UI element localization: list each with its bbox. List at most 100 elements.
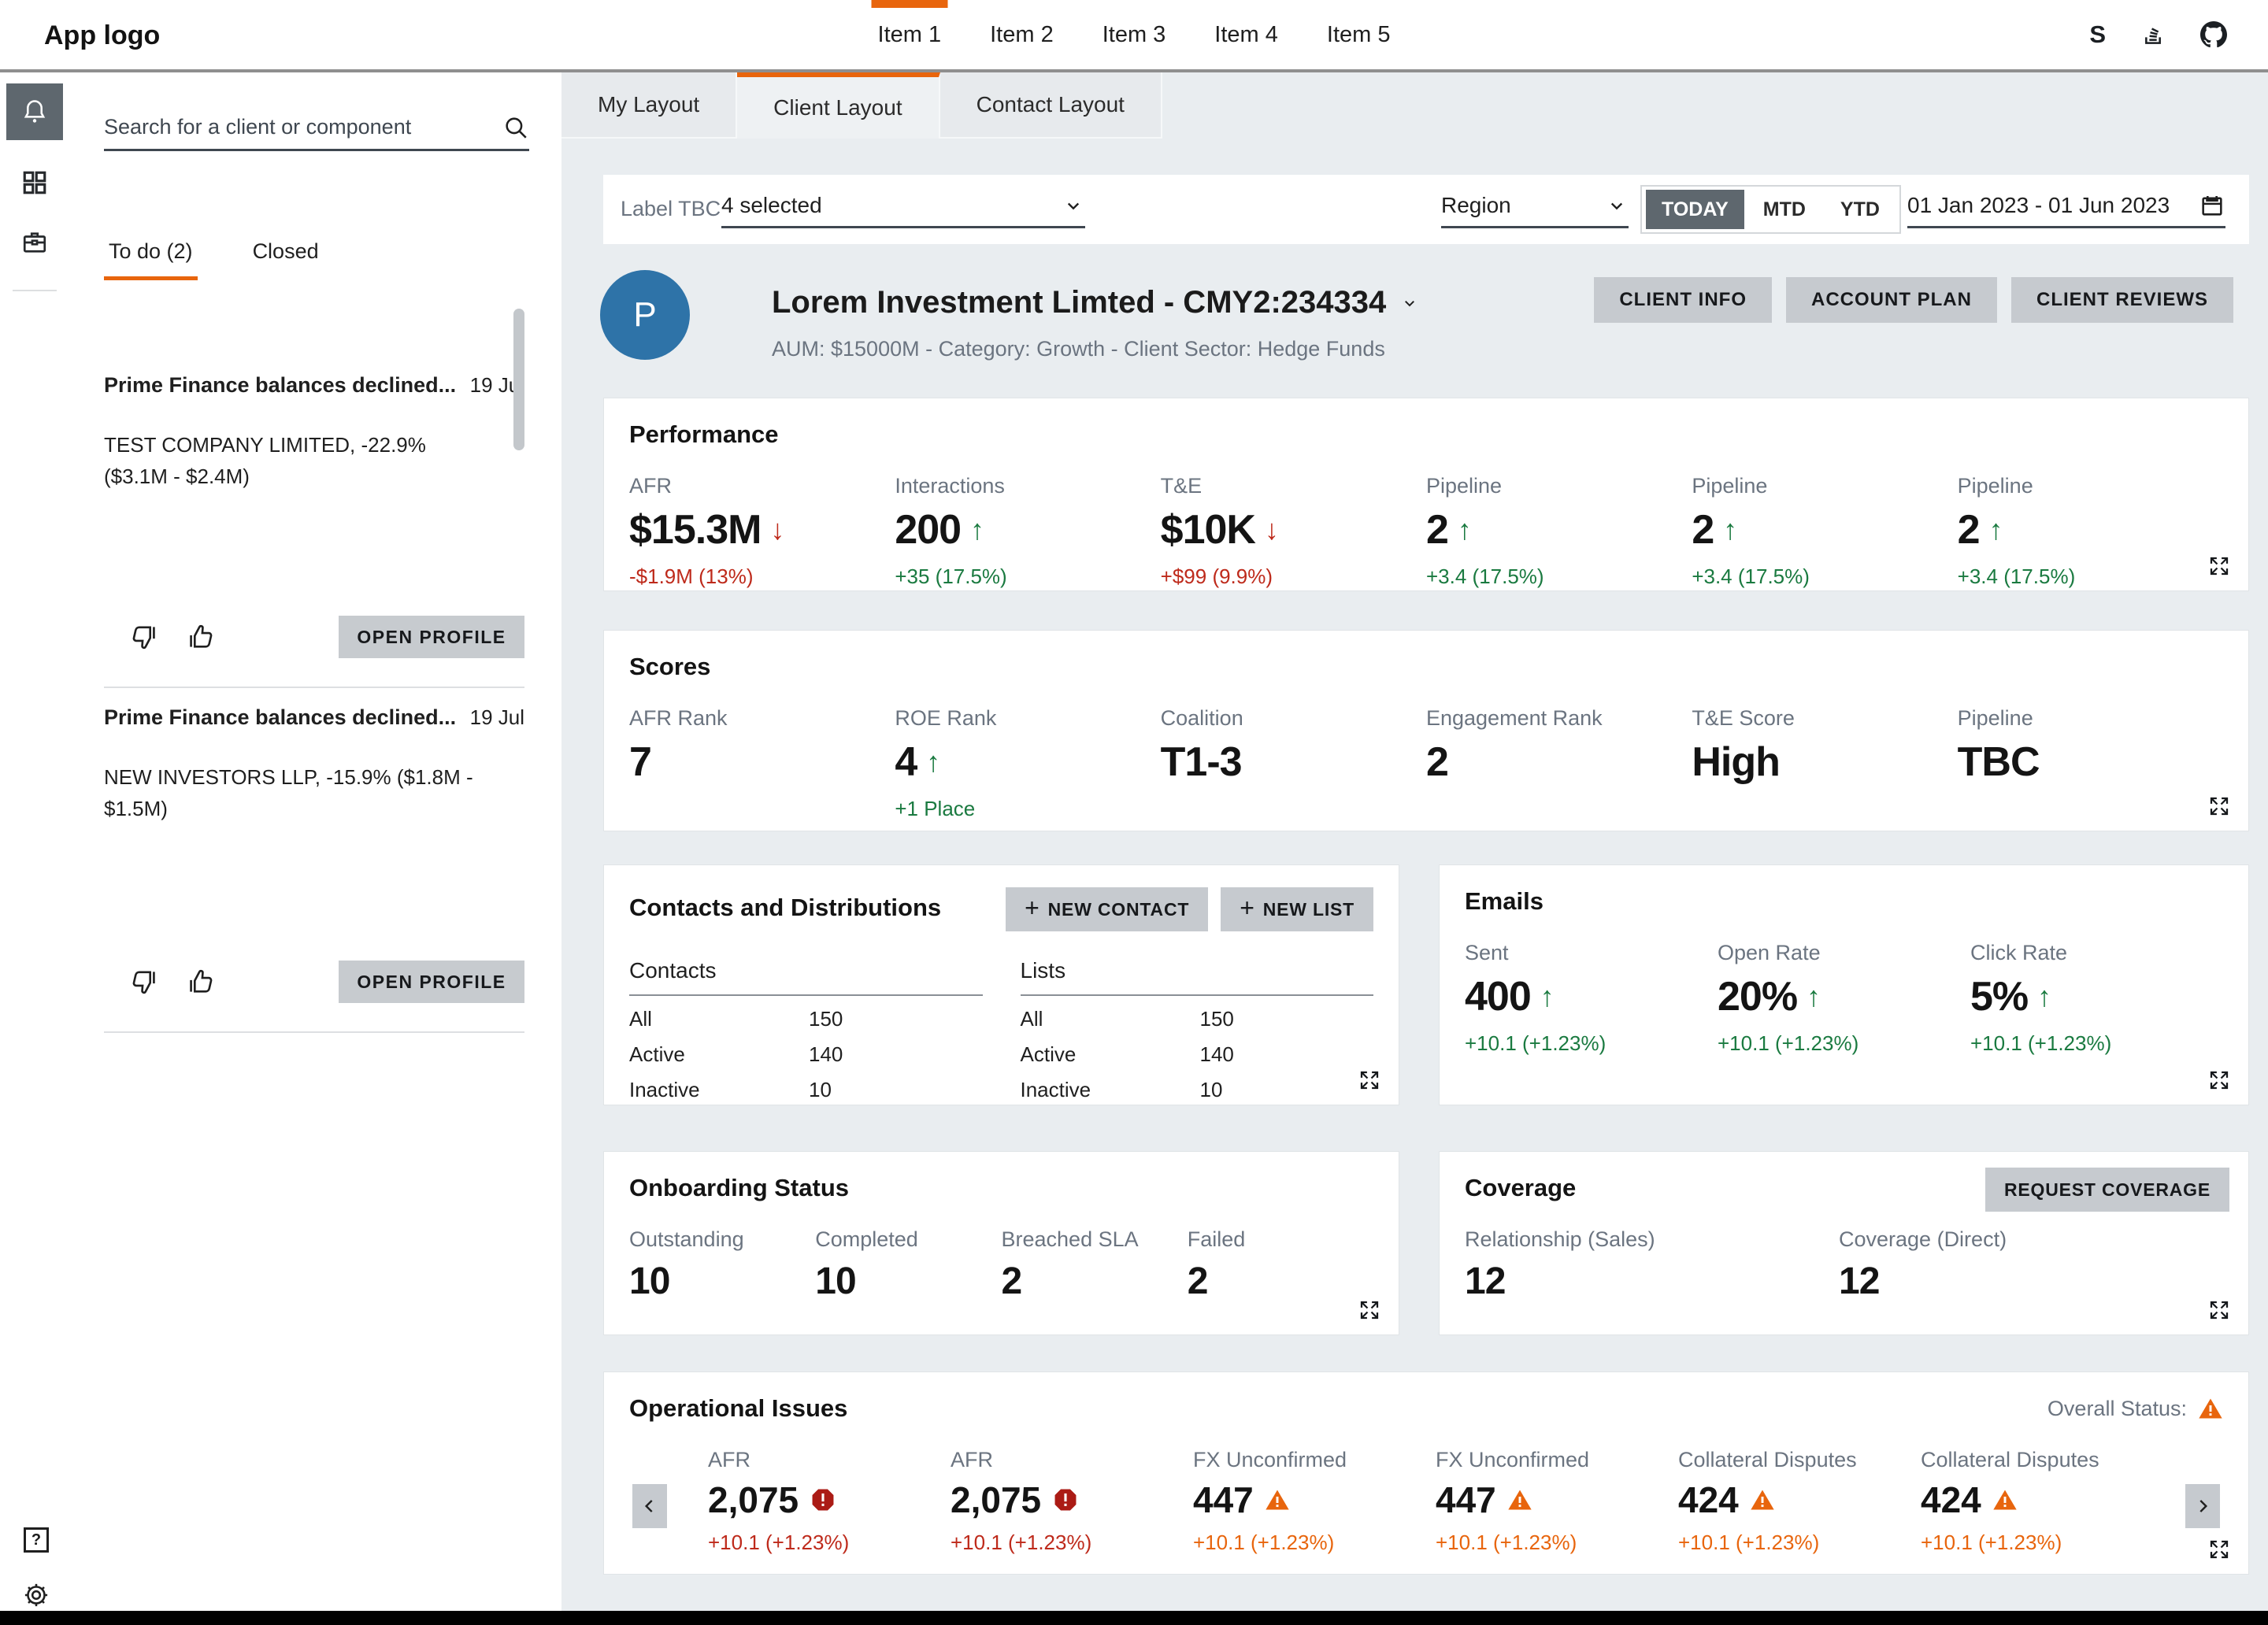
nav-item-1[interactable]: Item 1 — [873, 0, 947, 69]
chevron-down-icon — [1605, 194, 1629, 217]
grid-icon — [20, 168, 49, 197]
region-select[interactable]: Region — [1441, 184, 1629, 228]
carousel-right-button[interactable] — [2185, 1484, 2220, 1528]
arrow-up-icon: ↑ — [1458, 513, 1471, 546]
metric-engagement-rank: Engagement Rank 2 — [1426, 706, 1692, 821]
client-reviews-button[interactable]: CLIENT REVIEWS — [2011, 277, 2233, 323]
nav-item-3[interactable]: Item 3 — [1098, 0, 1171, 69]
app-logo: App logo — [44, 20, 160, 51]
top-header: App logo Item 1 Item 2 Item 3 Item 4 Ite… — [0, 0, 2268, 72]
lists-table: Lists All 150 Active 140 Inactive 10 — [1021, 958, 1374, 1102]
metric-label: Completed — [815, 1227, 1001, 1252]
account-plan-button[interactable]: ACCOUNT PLAN — [1786, 277, 1997, 323]
help-button[interactable]: ? — [24, 1527, 49, 1553]
client-name: Lorem Investment Limted - CMY2:234334 — [772, 285, 1386, 320]
metric-value: 7 — [629, 738, 651, 786]
search-input[interactable] — [104, 115, 502, 139]
nav-item-4[interactable]: Item 4 — [1210, 0, 1283, 69]
panel-title: Operational Issues — [629, 1394, 2223, 1423]
s-icon[interactable]: S — [2089, 20, 2106, 49]
bottom-bar — [0, 1611, 2268, 1625]
notifications-rail-button[interactable] — [6, 83, 63, 140]
tab-closed[interactable]: Closed — [248, 239, 324, 280]
metric-label: Click Rate — [1970, 941, 2223, 965]
github-icon[interactable] — [2200, 21, 2227, 48]
expand-icon[interactable] — [2207, 554, 2231, 578]
toggle-today[interactable]: TODAY — [1646, 190, 1744, 229]
row-label: Active — [629, 1042, 809, 1067]
open-profile-button[interactable]: OPEN PROFILE — [339, 961, 524, 1003]
metric-click-rate: Click Rate 5%↑ +10.1 (+1.23%) — [1970, 941, 2223, 1056]
new-list-button[interactable]: + NEW LIST — [1221, 887, 1373, 931]
tab-client-layout[interactable]: Client Layout — [737, 72, 939, 139]
panel-title: Emails — [1465, 887, 2223, 916]
arrow-down-icon: ↓ — [1265, 513, 1278, 546]
metric-label: Breached SLA — [1002, 1227, 1188, 1252]
gear-icon — [22, 1581, 50, 1609]
expand-icon[interactable] — [1358, 1068, 1381, 1092]
notification-body: TEST COMPANY LIMITED, -22.9% ($3.1M - $2… — [104, 429, 474, 492]
thumbs-down-icon[interactable] — [128, 965, 161, 998]
metric-label: FX Unconfirmed — [1436, 1448, 1678, 1472]
settings-button[interactable] — [22, 1581, 50, 1609]
metric-value: 2 — [1426, 738, 1448, 786]
metric-open-rate: Open Rate 20%↑ +10.1 (+1.23%) — [1718, 941, 1970, 1056]
expand-icon[interactable] — [2207, 1298, 2231, 1322]
table-heading: Lists — [1021, 958, 1374, 996]
thumbs-up-icon[interactable] — [184, 965, 217, 998]
panel-title: Onboarding Status — [629, 1174, 1373, 1202]
tab-contact-layout[interactable]: Contact Layout — [940, 72, 1162, 139]
metric-label: ROE Rank — [895, 706, 1160, 731]
overall-status-label: Overall Status: — [2048, 1397, 2187, 1421]
arrow-down-icon: ↓ — [770, 513, 784, 546]
chevron-down-icon[interactable] — [1399, 292, 1421, 314]
arrow-up-icon: ↑ — [1540, 980, 1554, 1013]
expand-icon[interactable] — [2207, 794, 2231, 818]
metric-label: Outstanding — [629, 1227, 815, 1252]
metric-label: Failed — [1188, 1227, 1373, 1252]
metric-label: AFR — [708, 1448, 951, 1472]
dashboard-rail-button[interactable] — [20, 168, 49, 197]
metric-value: 10 — [629, 1260, 669, 1303]
expand-icon[interactable] — [2207, 1068, 2231, 1092]
notification-title: Prime Finance balances declined... — [104, 373, 456, 398]
metric-delta: +10.1 (+1.23%) — [1436, 1531, 1678, 1555]
panel-title: Scores — [629, 653, 2223, 681]
open-profile-button[interactable]: OPEN PROFILE — [339, 616, 524, 658]
client-name-row[interactable]: Lorem Investment Limted - CMY2:234334 — [772, 285, 1421, 320]
stackoverflow-icon[interactable] — [2140, 22, 2166, 47]
carousel-left-button[interactable] — [632, 1484, 667, 1528]
chevron-down-icon — [1062, 194, 1085, 217]
nav-item-5[interactable]: Item 5 — [1322, 0, 1395, 69]
expand-icon[interactable] — [1358, 1298, 1381, 1322]
plus-icon: + — [1240, 894, 1255, 923]
toggle-mtd[interactable]: MTD — [1747, 190, 1821, 229]
date-range-value: 01 Jan 2023 - 01 Jun 2023 — [1907, 193, 2170, 218]
metric-value: 2,075 — [708, 1479, 799, 1521]
metric-value: 12 — [1839, 1260, 1879, 1303]
expand-icon[interactable] — [2207, 1538, 2231, 1561]
label-multiselect[interactable]: 4 selected — [721, 184, 1085, 228]
portfolio-rail-button[interactable] — [20, 228, 49, 257]
arrow-up-icon: ↑ — [1989, 513, 2003, 546]
request-coverage-button[interactable]: REQUEST COVERAGE — [1985, 1168, 2229, 1212]
new-contact-button[interactable]: + NEW CONTACT — [1006, 887, 1208, 931]
warning-triangle-icon — [1507, 1487, 1532, 1512]
notifications-scrollbar[interactable] — [513, 309, 524, 450]
contacts-panel: Contacts and Distributions + NEW CONTACT… — [603, 864, 1399, 1105]
client-info-button[interactable]: CLIENT INFO — [1594, 277, 1772, 323]
metric-coverage-direct: Coverage (Direct) 12 — [1839, 1227, 2213, 1303]
search-icon[interactable] — [502, 114, 529, 141]
tab-my-layout[interactable]: My Layout — [561, 72, 737, 139]
notification-tabs: To do (2) Closed — [104, 239, 324, 280]
warning-triangle-icon — [1265, 1487, 1290, 1512]
warning-triangle-icon — [1992, 1487, 2018, 1512]
date-range-field[interactable]: 01 Jan 2023 - 01 Jun 2023 — [1907, 184, 2225, 228]
nav-item-2[interactable]: Item 2 — [985, 0, 1058, 69]
thumbs-down-icon[interactable] — [128, 620, 161, 653]
metric-label: Open Rate — [1718, 941, 1970, 965]
tab-todo[interactable]: To do (2) — [104, 239, 198, 280]
thumbs-up-icon[interactable] — [184, 620, 217, 653]
toggle-ytd[interactable]: YTD — [1825, 190, 1896, 229]
arrow-up-icon: ↑ — [1723, 513, 1736, 546]
